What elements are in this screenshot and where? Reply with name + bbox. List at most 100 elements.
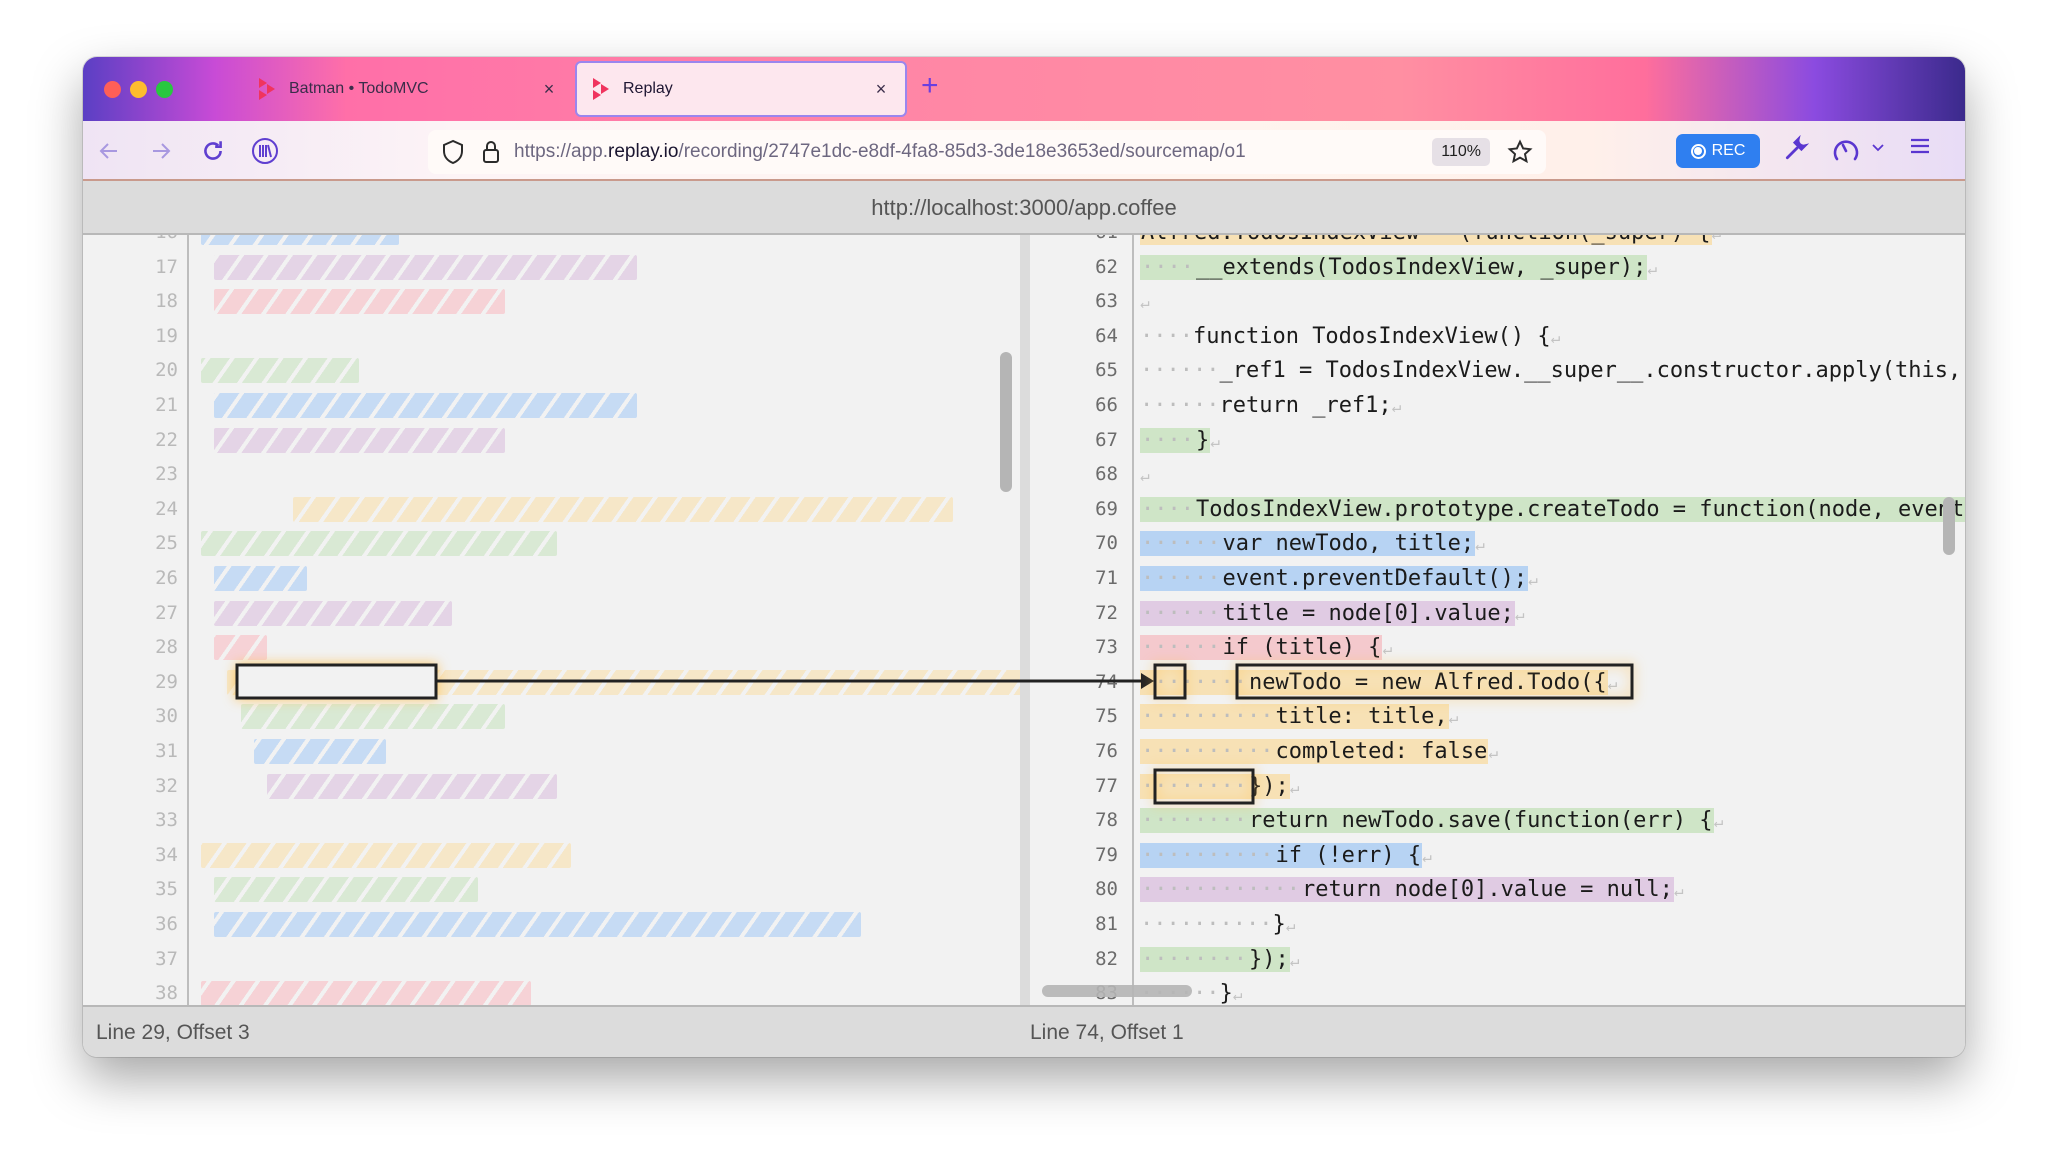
zoom-level-badge[interactable]: 110% bbox=[1432, 138, 1490, 166]
library-button[interactable] bbox=[249, 135, 281, 167]
close-tab-icon[interactable]: × bbox=[539, 79, 559, 100]
rec-button[interactable]: REC bbox=[1676, 134, 1760, 168]
source-code-line[interactable]: 80 ············return node[0].value = nul… bbox=[1030, 872, 1965, 907]
pane-divider[interactable] bbox=[1020, 235, 1030, 1005]
forward-button[interactable] bbox=[145, 135, 177, 167]
left-code-line[interactable]: 25 bbox=[83, 526, 1020, 561]
original-source-pane[interactable]: 61 Alfred.TodosIndexView = (function(_sup… bbox=[1030, 235, 1965, 1005]
code-text: ········newTodo = new Alfred.Todo({↵ bbox=[1140, 668, 1617, 698]
source-code-line[interactable]: 69 ····TodosIndexView.prototype.createTod… bbox=[1030, 492, 1965, 527]
left-code-line[interactable]: 20 bbox=[83, 353, 1020, 388]
star-icon[interactable] bbox=[1506, 139, 1534, 165]
left-code-line[interactable]: 27 bbox=[83, 596, 1020, 631]
code-token: event.preventDefault(); bbox=[1221, 566, 1529, 591]
source-code-line[interactable]: 68 ↵ bbox=[1030, 457, 1965, 492]
obscured-code-bar bbox=[214, 912, 861, 937]
left-code-line[interactable]: 29 bbox=[83, 665, 1020, 700]
address-bar[interactable]: https://app.replay.io/recording/2747e1dc… bbox=[428, 130, 1546, 174]
left-code-line[interactable]: 17 bbox=[83, 250, 1020, 285]
source-code-line[interactable]: 74 ········newTodo = new Alfred.Todo({↵ bbox=[1030, 665, 1965, 700]
new-tab-button[interactable]: + bbox=[921, 69, 939, 103]
source-code-line[interactable]: 72 ······title = node[0].value;↵ bbox=[1030, 596, 1965, 631]
line-number: 19 bbox=[155, 324, 178, 347]
left-code-line[interactable]: 31 bbox=[83, 734, 1020, 769]
right-horizontal-scrollbar[interactable] bbox=[1042, 985, 1192, 997]
obscured-code-bar bbox=[214, 427, 505, 453]
left-code-line[interactable]: 19 bbox=[83, 319, 1020, 354]
left-code-line[interactable]: 36 bbox=[83, 907, 1020, 942]
code-text: ········});↵ bbox=[1140, 945, 1299, 975]
url-prefix: https://app. bbox=[514, 141, 609, 162]
right-vertical-scrollbar[interactable] bbox=[1943, 497, 1955, 555]
source-code-line[interactable]: 73 ······if (title) {↵ bbox=[1030, 630, 1965, 665]
source-code-line[interactable]: 63 ↵ bbox=[1030, 284, 1965, 319]
source-code-line[interactable]: 71 ······event.preventDefault();↵ bbox=[1030, 561, 1965, 596]
tab-replay[interactable]: Replay × bbox=[575, 61, 907, 117]
source-code-line[interactable]: 76 ··········completed: false↵ bbox=[1030, 734, 1965, 769]
hamburger-menu-icon[interactable] bbox=[1909, 135, 1931, 157]
code-token: TodosIndexView.prototype.createTodo = fu… bbox=[1194, 496, 1965, 522]
wrench-icon[interactable] bbox=[1783, 135, 1809, 161]
source-code-line[interactable]: 81 ··········}↵ bbox=[1030, 907, 1965, 942]
obscured-code-bar bbox=[201, 842, 571, 868]
shield-icon[interactable] bbox=[440, 139, 466, 165]
obscured-code-bar bbox=[201, 531, 558, 557]
code-token: } bbox=[1194, 427, 1211, 453]
source-code-line[interactable]: 79 ··········if (!err) {↵ bbox=[1030, 838, 1965, 873]
reload-button[interactable] bbox=[197, 135, 229, 167]
url-text[interactable]: https://app.replay.io/recording/2747e1dc… bbox=[514, 141, 1432, 163]
left-code-line[interactable]: 35 bbox=[83, 872, 1020, 907]
left-code-line[interactable]: 33 bbox=[83, 803, 1020, 838]
generated-source-pane[interactable]: 16 17 18 19 20 21 22 23 24 25 26 27 28 29 30 31 32 33 34 35… bbox=[83, 235, 1020, 1005]
line-number: 37 bbox=[155, 947, 178, 970]
tab-bar: Batman • TodoMVC × Replay × + bbox=[83, 57, 1965, 121]
line-number: 79 bbox=[1095, 843, 1118, 866]
left-code-line[interactable]: 32 bbox=[83, 769, 1020, 804]
close-window-button[interactable] bbox=[104, 81, 121, 98]
left-code-line[interactable]: 37 bbox=[83, 942, 1020, 977]
line-break-icon: ↵ bbox=[1488, 743, 1499, 762]
gauge-icon[interactable] bbox=[1831, 135, 1861, 163]
chevron-down-icon[interactable] bbox=[1871, 143, 1885, 153]
left-code-line[interactable]: 23 bbox=[83, 457, 1020, 492]
left-code-line[interactable]: 18 bbox=[83, 284, 1020, 319]
back-button[interactable] bbox=[93, 135, 125, 167]
source-code-line[interactable]: 75 ··········title: title,↵ bbox=[1030, 699, 1965, 734]
source-code-line[interactable]: 67 ····}↵ bbox=[1030, 423, 1965, 458]
code-text: ············return node[0].value = null;… bbox=[1140, 875, 1683, 905]
line-break-icon: ↵ bbox=[1647, 258, 1657, 278]
source-code-line[interactable]: 82 ········});↵ bbox=[1030, 942, 1965, 977]
code-token: }); bbox=[1247, 946, 1290, 972]
close-tab-icon[interactable]: × bbox=[871, 79, 891, 100]
lock-icon[interactable] bbox=[480, 139, 502, 165]
minimize-window-button[interactable] bbox=[130, 81, 147, 98]
left-code-line[interactable]: 24 bbox=[83, 492, 1020, 527]
code-text: ········});↵ bbox=[1140, 772, 1299, 802]
source-code-line[interactable]: 70 ······var newTodo, title;↵ bbox=[1030, 526, 1965, 561]
left-code-line[interactable]: 28 bbox=[83, 630, 1020, 665]
source-code-line[interactable]: 78 ········return newTodo.save(function(e… bbox=[1030, 803, 1965, 838]
maximize-window-button[interactable] bbox=[156, 81, 173, 98]
source-code-line[interactable]: 64 ····function TodosIndexView() {↵ bbox=[1030, 319, 1965, 354]
left-code-line[interactable]: 21 bbox=[83, 388, 1020, 423]
code-token: } bbox=[1272, 912, 1286, 937]
code-text: ······var newTodo, title;↵ bbox=[1140, 529, 1485, 559]
line-break-icon: ↵ bbox=[1210, 431, 1220, 451]
left-code-line[interactable]: 30 bbox=[83, 699, 1020, 734]
line-number: 66 bbox=[1095, 394, 1118, 416]
left-vertical-scrollbar[interactable] bbox=[1000, 352, 1012, 492]
left-code-line[interactable]: 26 bbox=[83, 561, 1020, 596]
source-code-line[interactable]: 77 ········});↵ bbox=[1030, 769, 1965, 804]
left-code-line[interactable]: 16 bbox=[83, 235, 1020, 250]
tab-batman-todomvc[interactable]: Batman • TodoMVC × bbox=[243, 61, 573, 117]
source-code-line[interactable]: 61 Alfred.TodosIndexView = (function(_sup… bbox=[1030, 235, 1965, 250]
left-code-line[interactable]: 38 bbox=[83, 976, 1020, 1005]
indent-whitespace: ········ bbox=[1140, 946, 1248, 972]
source-code-line[interactable]: 66 ······return _ref1;↵ bbox=[1030, 388, 1965, 423]
source-code-line[interactable]: 62 ····__extends(TodosIndexView, _super);… bbox=[1030, 250, 1965, 285]
source-code-line[interactable]: 65 ······_ref1 = TodosIndexView.__super__… bbox=[1030, 353, 1965, 388]
left-code-line[interactable]: 34 bbox=[83, 838, 1020, 873]
line-break-icon: ↵ bbox=[1713, 812, 1724, 832]
left-code-line[interactable]: 22 bbox=[83, 423, 1020, 458]
arrow-left-icon bbox=[99, 143, 117, 159]
